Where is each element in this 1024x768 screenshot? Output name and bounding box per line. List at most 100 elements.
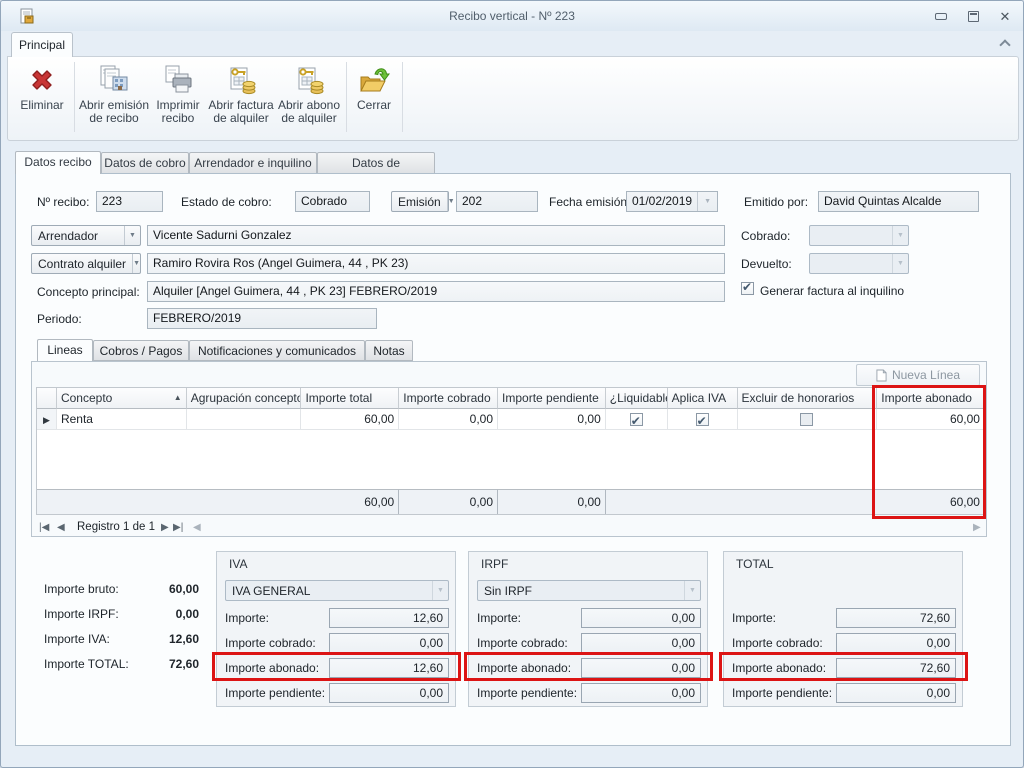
- contrato-combo[interactable]: Contrato alquiler ▼: [31, 253, 141, 274]
- column-header-agrupacion[interactable]: Agrupación concepto: [187, 388, 302, 409]
- irpf-importe-abonado-field[interactable]: 0,00: [581, 658, 701, 678]
- hscroll-left-icon[interactable]: ◀: [193, 522, 201, 533]
- cerrar-button[interactable]: Cerrar: [350, 62, 398, 136]
- cell-importe-pendiente[interactable]: 0,00: [498, 409, 606, 430]
- importe-cobrado-label: Importe cobrado:: [225, 636, 316, 650]
- tab-lineas[interactable]: Lineas: [37, 339, 93, 361]
- column-header-aplica-iva[interactable]: Aplica IVA: [668, 388, 738, 409]
- tab-datos-de-cobro[interactable]: Datos de cobro: [101, 152, 189, 174]
- num-recibo-field[interactable]: 223: [96, 191, 163, 212]
- nav-first-button[interactable]: |◀: [39, 522, 49, 533]
- tab-datos-recibo[interactable]: Datos recibo: [15, 151, 101, 174]
- close-button[interactable]: ✕: [993, 8, 1017, 25]
- nav-prev-button[interactable]: ◀: [57, 522, 65, 533]
- column-header-importe-abonado[interactable]: Importe abonado: [877, 388, 985, 409]
- row-selector-cell[interactable]: ▶: [37, 409, 57, 430]
- eliminar-button[interactable]: Eliminar: [12, 62, 72, 136]
- chevron-down-icon: ▼: [892, 254, 908, 273]
- total-importe-abonado-field[interactable]: 72,60: [836, 658, 956, 678]
- imprimir-button[interactable]: Imprimir recibo: [152, 62, 204, 136]
- cell-excluir-honorarios[interactable]: ✔: [738, 409, 878, 430]
- cell-liquidable[interactable]: ✔: [606, 409, 668, 430]
- summary-importe-cobrado: 0,00: [399, 489, 498, 514]
- iva-combo: IVA GENERAL ▼: [225, 580, 449, 601]
- generar-factura-checkbox[interactable]: ✔: [741, 282, 754, 295]
- emision-combo[interactable]: Emisión ▼: [391, 191, 449, 212]
- iva-importe-field[interactable]: 12,60: [329, 608, 449, 628]
- open-emission-icon: [98, 64, 130, 96]
- arrendador-combo[interactable]: Arrendador ▼: [31, 225, 141, 246]
- column-header-importe-total[interactable]: Importe total: [301, 388, 399, 409]
- minimize-button[interactable]: [929, 8, 953, 25]
- irpf-combo: Sin IRPF ▼: [477, 580, 701, 601]
- irpf-importe-pendiente-field[interactable]: 0,00: [581, 683, 701, 703]
- concepto-principal-field[interactable]: Alquiler [Angel Guimera, 44 , PK 23] FEB…: [147, 281, 725, 302]
- excluir-honorarios-checkbox[interactable]: ✔: [800, 413, 813, 426]
- total-importe-field[interactable]: 72,60: [836, 608, 956, 628]
- column-header-liquidable[interactable]: ¿Liquidable?: [606, 388, 668, 409]
- liquidable-checkbox[interactable]: ✔: [630, 413, 643, 426]
- tab-notificaciones[interactable]: Notificaciones y comunicados: [189, 340, 365, 361]
- tab-cobros-pagos[interactable]: Cobros / Pagos: [93, 340, 189, 361]
- chevron-down-icon: ▼: [432, 581, 448, 600]
- importe-iva-label: Importe IVA:: [44, 632, 110, 646]
- periodo-field[interactable]: FEBRERO/2019: [147, 308, 377, 329]
- iva-importe-pendiente-field[interactable]: 0,00: [329, 683, 449, 703]
- delete-icon: [26, 64, 58, 96]
- tab-arrendador-inquilino[interactable]: Arrendador e inquilino: [189, 152, 317, 174]
- ribbon-tab-principal[interactable]: Principal: [11, 32, 73, 57]
- app-window: Recibo vertical - Nº 223 ✕ Principal Eli…: [0, 0, 1024, 768]
- toolbar-separator: [74, 62, 75, 132]
- nueva-linea-button[interactable]: Nueva Línea: [856, 364, 980, 386]
- grid-summary-row: 60,00 0,00 0,00 60,00: [37, 489, 985, 514]
- importe-iva-value: 12,60: [119, 632, 199, 646]
- cell-aplica-iva[interactable]: ✔: [668, 409, 738, 430]
- cell-importe-cobrado[interactable]: 0,00: [399, 409, 498, 430]
- cell-importe-abonado[interactable]: 60,00: [877, 409, 985, 430]
- column-header-importe-pendiente[interactable]: Importe pendiente: [498, 388, 606, 409]
- emision-combo-value: Emisión: [392, 195, 447, 209]
- emitido-por-field[interactable]: David Quintas Alcalde: [818, 191, 979, 212]
- importe-pendiente-label: Importe pendiente:: [732, 686, 832, 700]
- hscroll-right-icon[interactable]: ▶: [973, 522, 981, 533]
- importe-label: Importe:: [732, 611, 776, 625]
- column-header-concepto[interactable]: Concepto▲: [57, 388, 187, 409]
- ribbon-toolbar: Eliminar Abrir emisión de recibo: [7, 56, 1019, 141]
- abrir-emision-button[interactable]: Abrir emisión de recibo: [78, 62, 150, 136]
- iva-importe-cobrado-field[interactable]: 0,00: [329, 633, 449, 653]
- chevron-down-icon: ▼: [684, 581, 700, 600]
- arrendador-field[interactable]: Vicente Sadurni Gonzalez: [147, 225, 725, 246]
- tab-notas[interactable]: Notas: [365, 340, 413, 361]
- fecha-emision-label: Fecha emisión:: [549, 195, 630, 209]
- abrir-factura-button[interactable]: Abrir factura de alquiler: [206, 62, 276, 136]
- total-importe-cobrado-field[interactable]: 0,00: [836, 633, 956, 653]
- cell-concepto[interactable]: Renta: [57, 409, 187, 430]
- emitido-por-label: Emitido por:: [744, 195, 808, 209]
- total-importe-pendiente-field[interactable]: 0,00: [836, 683, 956, 703]
- maximize-button[interactable]: [961, 8, 985, 25]
- abrir-abono-button[interactable]: Abrir abono de alquiler: [276, 62, 342, 136]
- tab-datos-reclamacion[interactable]: Datos de reclamación: [317, 152, 435, 174]
- devuelto-label: Devuelto:: [741, 257, 792, 271]
- collapse-ribbon-icon[interactable]: [999, 39, 1010, 50]
- cobrado-label: Cobrado:: [741, 229, 790, 243]
- arrendador-combo-value: Arrendador: [32, 229, 124, 243]
- column-header-excluir-honorarios[interactable]: Excluir de honorarios: [738, 388, 878, 409]
- cell-importe-total[interactable]: 60,00: [301, 409, 399, 430]
- importe-total-value: 72,60: [119, 657, 199, 671]
- total-panel-title: TOTAL: [736, 557, 774, 571]
- fecha-emision-field[interactable]: 01/02/2019 ▼: [626, 191, 718, 212]
- table-row[interactable]: ▶ Renta 60,00 0,00 0,00 ✔ ✔ ✔ 60,00: [37, 409, 985, 430]
- emision-num-field[interactable]: 202: [456, 191, 538, 212]
- irpf-importe-cobrado-field[interactable]: 0,00: [581, 633, 701, 653]
- estado-cobro-field[interactable]: Cobrado: [295, 191, 370, 212]
- column-header-importe-cobrado[interactable]: Importe cobrado: [399, 388, 498, 409]
- nav-last-button[interactable]: ▶|: [173, 522, 183, 533]
- nav-next-button[interactable]: ▶: [161, 522, 169, 533]
- iva-importe-abonado-field[interactable]: 12,60: [329, 658, 449, 678]
- estado-cobro-label: Estado de cobro:: [181, 195, 272, 209]
- cell-agrupacion[interactable]: [187, 409, 302, 430]
- irpf-importe-field[interactable]: 0,00: [581, 608, 701, 628]
- contrato-field[interactable]: Ramiro Rovira Ros (Angel Guimera, 44 , P…: [147, 253, 725, 274]
- aplica-iva-checkbox[interactable]: ✔: [696, 413, 709, 426]
